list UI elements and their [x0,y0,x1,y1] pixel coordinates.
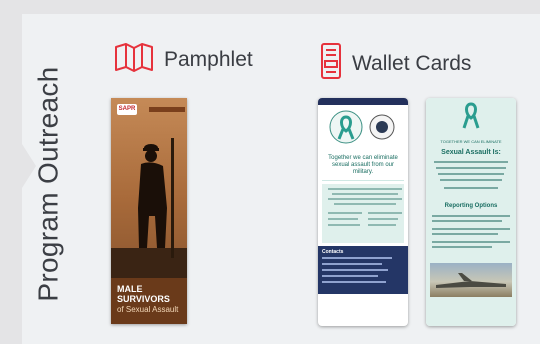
pamphlet-label: Pamphlet [164,47,253,71]
teal-ribbon-icon [462,102,480,129]
map-fold-icon [114,42,154,77]
wallet-card-front: Together we can eliminate sexual assault… [318,98,408,326]
wallet-cards-label: Wallet Cards [352,51,472,75]
card-text-lines [328,188,402,226]
card-top-bar [318,98,408,105]
pamphlet-header: Pamphlet [114,42,253,77]
card-front-heading: Together we can eliminate sexual assault… [328,155,398,175]
card-back-options [432,215,510,248]
card-back-intro: TOGETHER WE CAN ELIMINATE [440,139,502,144]
card-back-heading: Sexual Assault Is: [441,149,501,156]
card-divider [322,180,404,181]
pamphlet-subcaption: of Sexual Assault [117,305,179,314]
card-back-text [434,161,508,189]
card-info-block [322,184,404,243]
card-back-photo [430,263,512,297]
soldier-silhouette [111,138,187,278]
card-back-options-label: Reporting Options [444,203,498,209]
wallet-card-icon [320,42,342,85]
pamphlet-image: SAPR MALE SURVIVORS of Sexual Assault [111,98,187,324]
wallet-cards-header: Wallet Cards [320,42,471,85]
aircraft-photo [436,273,506,288]
card-emblems [329,110,395,144]
wallet-card-back: TOGETHER WE CAN ELIMINATE Sexual Assault… [426,98,516,326]
section-title-container: Program Outreach [22,36,76,332]
section-title: Program Outreach [33,66,64,302]
card-contact-lines [322,257,392,283]
pamphlet-caption: MALE SURVIVORS [117,284,170,304]
card-back-bg: TOGETHER WE CAN ELIMINATE Sexual Assault… [426,98,516,326]
card-contacts-section: Contacts [318,246,408,294]
